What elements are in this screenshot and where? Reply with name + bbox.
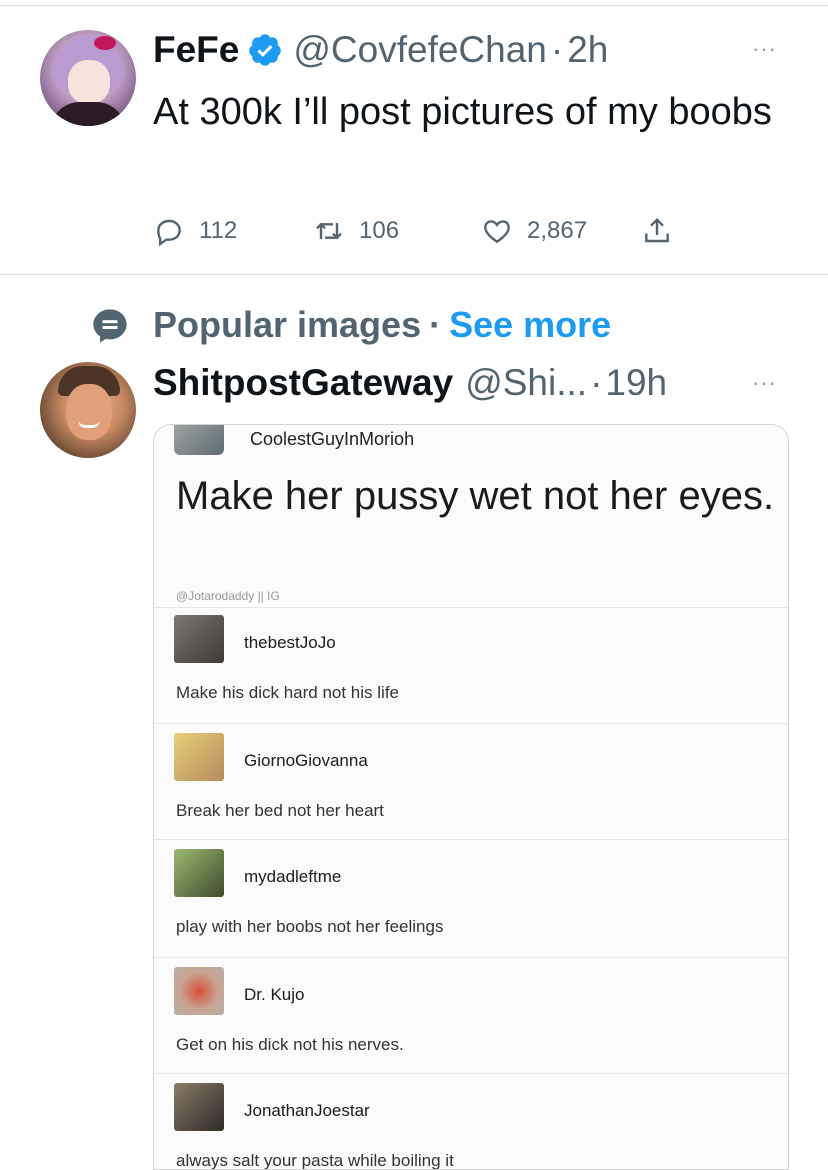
image-divider (154, 607, 788, 608)
image-comment: Dr. Kujo Get on his dick not his nerves. (154, 963, 788, 1079)
comment-avatar (174, 615, 224, 663)
reply-button[interactable]: 112 (153, 215, 313, 247)
tweet1-actions: 112 106 2,867 (153, 212, 687, 250)
reply-icon (157, 219, 181, 247)
comment-text: Make his dick hard not his life (176, 683, 399, 702)
tweet-divider (0, 274, 828, 275)
image-header-avatar (174, 425, 224, 455)
see-more-link[interactable]: See more (449, 304, 611, 346)
retweet-icon (316, 222, 342, 240)
retweet-count: 106 (359, 217, 400, 244)
popular-images-icon (93, 309, 127, 343)
tweet1-display-name[interactable]: FeFe (153, 29, 239, 71)
retweet-button[interactable]: 106 (313, 215, 481, 247)
comment-text: play with her boobs not her feelings (176, 917, 444, 936)
image-comment: JonathanJoestar always salt your pasta w… (154, 1079, 788, 1170)
comment-text: Break her bed not her heart (176, 801, 384, 820)
shitpostgateway-avatar[interactable] (40, 362, 136, 458)
tweet2-display-name[interactable]: ShitpostGateway (153, 362, 453, 404)
tweet1-header: FeFe @CovfefeChan · 2h (153, 28, 608, 72)
tweet1-text: At 300k I’ll post pictures of my boobs (153, 91, 772, 133)
tweet2-header: ShitpostGateway @Shi... · 19h (153, 360, 667, 406)
more-options-icon[interactable]: ··· (752, 36, 777, 62)
popular-separator: · (429, 304, 442, 345)
comment-user: Dr. Kujo (244, 985, 305, 1004)
comment-avatar (174, 967, 224, 1015)
image-header: CoolestGuyInMorioh (154, 425, 788, 465)
share-button[interactable] (641, 215, 687, 247)
comment-user: GiornoGiovanna (244, 751, 368, 770)
top-divider (0, 5, 828, 6)
image-header-user: CoolestGuyInMorioh (250, 429, 415, 449)
like-button[interactable]: 2,867 (481, 215, 641, 247)
like-icon (484, 220, 510, 244)
comment-avatar (174, 733, 224, 781)
comment-user: thebestJoJo (244, 633, 336, 652)
like-count: 2,867 (527, 217, 588, 244)
comment-avatar (174, 849, 224, 897)
image-comment: mydadleftme play with her boobs not her … (154, 845, 788, 961)
tweet1-separator: · (550, 29, 564, 70)
tweet2-separator: · (590, 362, 603, 403)
comment-avatar (174, 1083, 224, 1131)
reply-count: 112 (199, 217, 238, 244)
image-headline: Make her pussy wet not her eyes. (176, 474, 775, 518)
comment-user: mydadleftme (244, 867, 342, 886)
image-comment: thebestJoJo Make his dick hard not his l… (154, 611, 788, 727)
share-icon (645, 217, 669, 243)
fefe-avatar[interactable] (40, 30, 136, 126)
tweet1-time[interactable]: 2h (567, 29, 608, 71)
tweet2-handle[interactable]: @Shi... (465, 362, 587, 404)
image-credit: @Jotarodaddy || IG (176, 589, 280, 603)
tweet2-image[interactable]: CoolestGuyInMorioh Make her pussy wet no… (153, 424, 789, 1170)
comment-text: always salt your pasta while boiling it (176, 1151, 454, 1170)
comment-text: Get on his dick not his nerves. (176, 1035, 404, 1054)
image-comment: GiornoGiovanna Break her bed not her hea… (154, 729, 788, 845)
popular-images-row: Popular images · See more (153, 302, 611, 348)
popular-images-label: Popular images (153, 304, 422, 345)
verified-badge-icon (249, 34, 282, 66)
more-options-icon[interactable]: ··· (752, 370, 777, 396)
comment-user: JonathanJoestar (244, 1101, 370, 1120)
tweet1-handle[interactable]: @CovfefeChan (293, 29, 547, 71)
tweet2-time[interactable]: 19h (605, 362, 667, 404)
